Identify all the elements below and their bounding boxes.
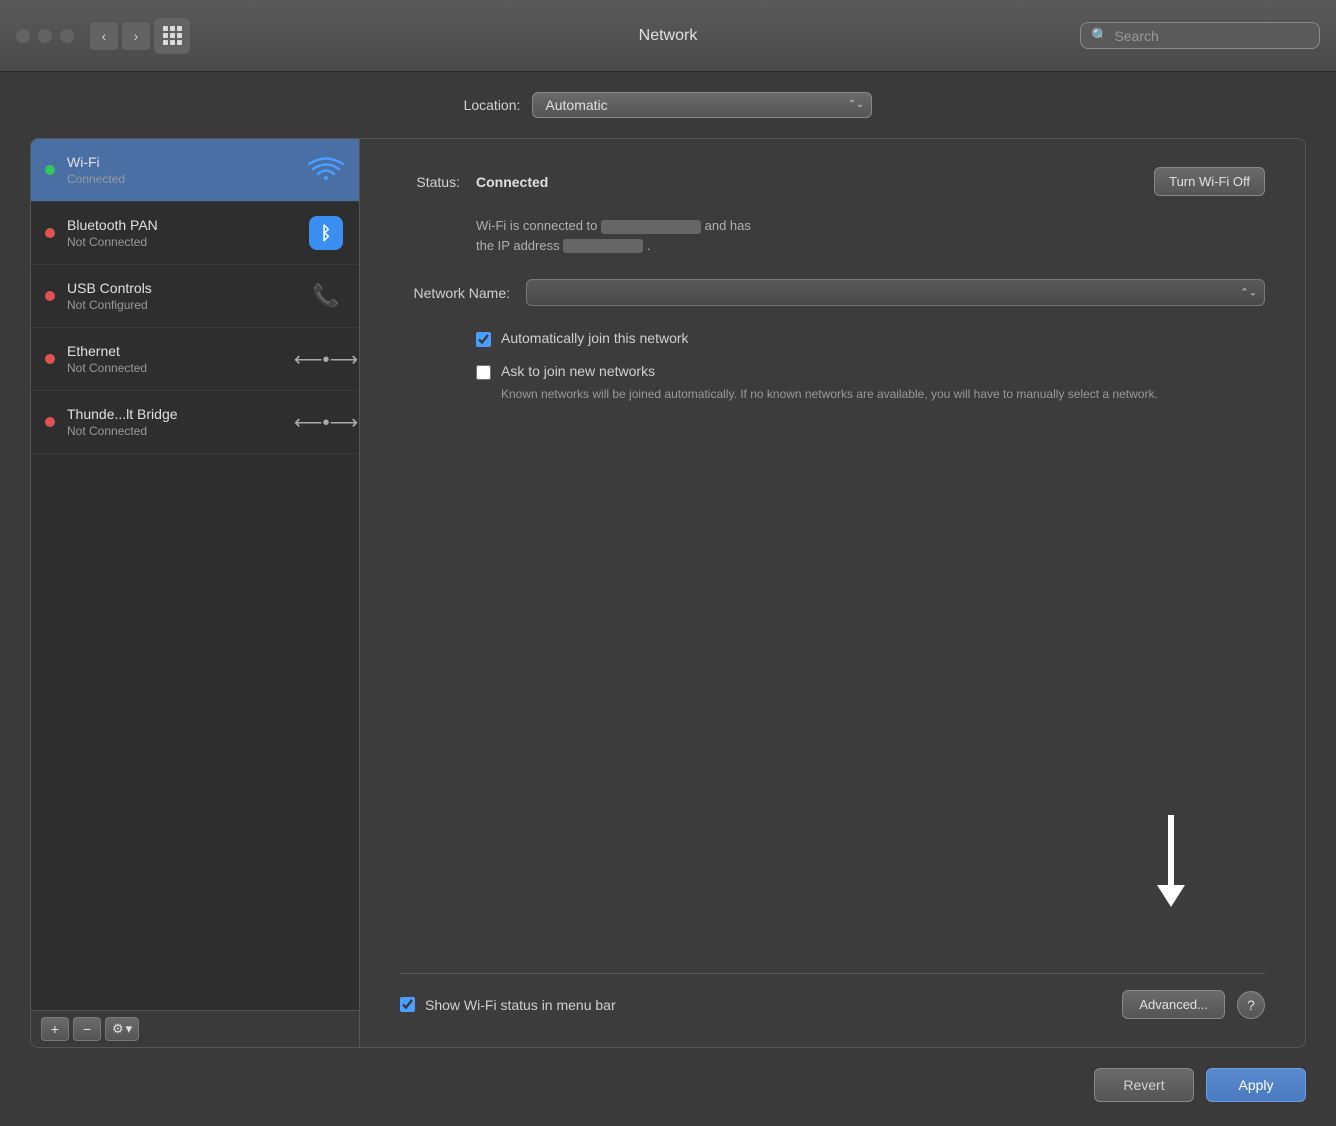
titlebar: ‹ › Network 🔍	[0, 0, 1336, 72]
location-row: Location: Automatic	[30, 92, 1306, 118]
advanced-button[interactable]: Advanced...	[1122, 990, 1225, 1019]
sidebar-list: Wi-Fi Connected	[31, 139, 359, 1010]
grid-dots-icon	[163, 26, 182, 45]
footer: Revert Apply	[0, 1048, 1336, 1126]
show-wifi-checkbox[interactable]	[400, 997, 415, 1012]
remove-network-button[interactable]: −	[73, 1017, 101, 1041]
bluetooth-pan-status: Not Connected	[67, 235, 295, 249]
body-area: Wi-Fi Connected	[30, 138, 1306, 1048]
show-wifi-row: Show Wi-Fi status in menu bar	[400, 997, 1122, 1013]
arrow-shaft	[1168, 815, 1174, 885]
minimize-button[interactable]	[38, 29, 52, 43]
network-name-select-wrap	[526, 279, 1265, 306]
wifi-icon	[307, 151, 345, 189]
wifi-name: Wi-Fi	[67, 154, 295, 170]
grid-button[interactable]	[154, 18, 190, 54]
ask-join-label: Ask to join new networks	[501, 363, 655, 379]
back-button[interactable]: ‹	[90, 22, 118, 50]
close-button[interactable]	[16, 29, 30, 43]
add-network-button[interactable]: +	[41, 1017, 69, 1041]
turn-wifi-off-button[interactable]: Turn Wi-Fi Off	[1154, 167, 1265, 196]
search-icon: 🔍	[1091, 27, 1108, 44]
usb-icon: 📞	[307, 277, 345, 315]
main-content: Location: Automatic Wi-Fi Connected	[0, 72, 1336, 1048]
status-label: Status:	[400, 174, 460, 190]
thunderbolt-status-dot	[45, 417, 55, 427]
ask-join-checkbox[interactable]	[476, 365, 491, 380]
status-value: Connected	[476, 174, 1138, 190]
network-name-row: Network Name:	[400, 279, 1265, 306]
gear-icon: ⚙	[112, 1021, 124, 1037]
network-name-label: Network Name:	[400, 285, 510, 301]
search-input[interactable]	[1114, 28, 1309, 44]
network-name-redacted	[601, 220, 701, 234]
wifi-status-dot	[45, 165, 55, 175]
nav-buttons: ‹ ›	[90, 22, 150, 50]
wifi-description: Wi-Fi is connected to and has the IP add…	[476, 216, 1265, 255]
wifi-status: Connected	[67, 172, 295, 186]
usb-controls-name: USB Controls	[67, 280, 295, 296]
revert-button[interactable]: Revert	[1094, 1068, 1194, 1102]
thunderbolt-icon: ⟵•⟶	[307, 403, 345, 441]
ethernet-icon: ⟵•⟶	[307, 340, 345, 378]
bluetooth-status-dot	[45, 228, 55, 238]
arrow-indicator	[1157, 815, 1185, 907]
usb-status-dot	[45, 291, 55, 301]
auto-join-label: Automatically join this network	[501, 330, 689, 346]
status-row: Status: Connected Turn Wi-Fi Off	[400, 167, 1265, 196]
ask-join-row: Ask to join new networks Known networks …	[476, 363, 1265, 403]
ethernet-status-dot	[45, 354, 55, 364]
sidebar-item-wifi[interactable]: Wi-Fi Connected	[31, 139, 359, 202]
search-bar[interactable]: 🔍	[1080, 22, 1320, 49]
location-select-wrap: Automatic	[532, 92, 872, 118]
arrow-head	[1157, 885, 1185, 907]
zoom-button[interactable]	[60, 29, 74, 43]
sidebar-toolbar: + − ⚙ ▾	[31, 1010, 359, 1047]
location-select[interactable]: Automatic	[532, 92, 872, 118]
detail-panel: Status: Connected Turn Wi-Fi Off Wi-Fi i…	[360, 138, 1306, 1048]
location-label: Location:	[464, 97, 521, 113]
sidebar-item-usb-controls[interactable]: USB Controls Not Configured 📞	[31, 265, 359, 328]
bluetooth-pan-name: Bluetooth PAN	[67, 217, 295, 233]
gear-button[interactable]: ⚙ ▾	[105, 1017, 139, 1041]
detail-bottom: Show Wi-Fi status in menu bar Advanced..…	[400, 973, 1265, 1019]
apply-button[interactable]: Apply	[1206, 1068, 1306, 1102]
auto-join-row: Automatically join this network	[476, 330, 1265, 347]
ip-address-redacted	[563, 239, 643, 253]
sidebar-item-ethernet[interactable]: Ethernet Not Connected ⟵•⟶	[31, 328, 359, 391]
window-title: Network	[639, 27, 698, 45]
thunderbolt-status: Not Connected	[67, 424, 295, 438]
bluetooth-icon: ᛒ	[307, 214, 345, 252]
ask-join-desc: Known networks will be joined automatica…	[501, 385, 1158, 403]
traffic-lights	[16, 29, 74, 43]
show-wifi-label: Show Wi-Fi status in menu bar	[425, 997, 616, 1013]
sidebar: Wi-Fi Connected	[30, 138, 360, 1048]
sidebar-item-bluetooth-pan[interactable]: Bluetooth PAN Not Connected ᛒ	[31, 202, 359, 265]
sidebar-item-thunderbolt-bridge[interactable]: Thunde...lt Bridge Not Connected ⟵•⟶	[31, 391, 359, 454]
auto-join-checkbox[interactable]	[476, 332, 491, 347]
forward-button[interactable]: ›	[122, 22, 150, 50]
ethernet-status: Not Connected	[67, 361, 295, 375]
network-name-select[interactable]	[526, 279, 1265, 306]
gear-chevron-icon: ▾	[126, 1021, 133, 1037]
usb-controls-status: Not Configured	[67, 298, 295, 312]
help-button[interactable]: ?	[1237, 991, 1265, 1019]
ethernet-name: Ethernet	[67, 343, 295, 359]
thunderbolt-name: Thunde...lt Bridge	[67, 406, 295, 422]
